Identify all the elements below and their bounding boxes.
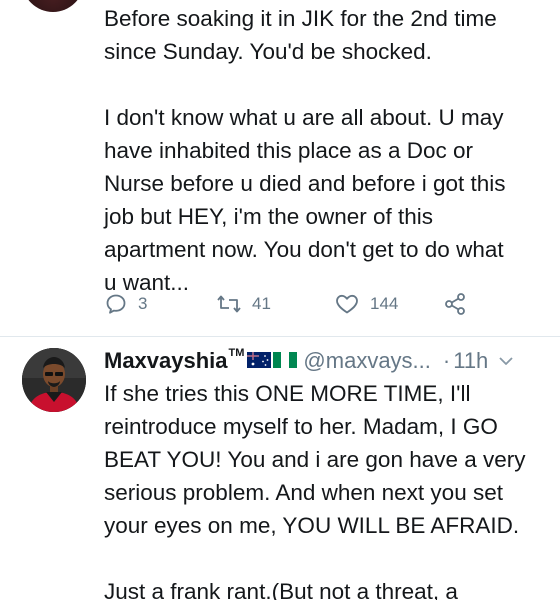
like-count: 144 bbox=[370, 294, 399, 313]
retweet-button[interactable]: 41 bbox=[216, 289, 271, 319]
avatar[interactable] bbox=[22, 0, 84, 12]
like-button[interactable]: 144 bbox=[334, 289, 398, 319]
chevron-down-icon[interactable] bbox=[498, 355, 514, 367]
tweet-line: apartment now. You don't get to do what bbox=[104, 237, 504, 262]
tweet-line: serious problem. And when next you set bbox=[104, 480, 503, 505]
tweet-line: job but HEY, i'm the owner of this bbox=[104, 204, 434, 229]
australia-flag-icon bbox=[247, 348, 272, 374]
tweet-line: since Sunday. You'd be shocked. bbox=[104, 39, 432, 64]
tweet-line: reintroduce myself to her. Madam, I GO bbox=[104, 414, 498, 439]
heart-icon bbox=[334, 292, 360, 316]
tweet-header: Maxvayshia TM @maxvays... · 11h bbox=[104, 345, 554, 377]
tweet-divider bbox=[0, 336, 560, 337]
tweet-text: If she tries this ONE MORE TIME, I'll rei… bbox=[104, 377, 544, 600]
timeline: Before soaking it in JIK for the 2nd tim… bbox=[0, 0, 560, 600]
tweet-line bbox=[104, 68, 544, 101]
trademark-mark: TM bbox=[228, 347, 245, 359]
tweet-line: BEAT YOU! You and i are gon have a very bbox=[104, 447, 526, 472]
tweet-actions: 3 41 144 bbox=[104, 289, 544, 319]
flag-emojis bbox=[247, 348, 298, 374]
retweet-count: 41 bbox=[252, 294, 271, 313]
tweet-line: have inhabited this place as a Doc or bbox=[104, 138, 473, 163]
tweet-line: Just a frank rant.(But not a threat, a bbox=[104, 579, 458, 600]
share-button[interactable] bbox=[443, 289, 467, 319]
reply-button[interactable]: 3 bbox=[104, 289, 147, 319]
user-handle[interactable]: @maxvays... bbox=[303, 348, 430, 374]
tweet-line: I don't know what u are all about. U may bbox=[104, 105, 504, 130]
retweet-icon bbox=[216, 292, 242, 316]
separator-dot: · bbox=[442, 348, 451, 373]
nigeria-flag-icon bbox=[273, 348, 298, 374]
tweet-text: Before soaking it in JIK for the 2nd tim… bbox=[104, 2, 544, 299]
avatar[interactable] bbox=[22, 348, 86, 412]
timestamp[interactable]: 11h bbox=[453, 348, 488, 374]
reply-icon bbox=[104, 292, 128, 316]
tweet-line: If she tries this ONE MORE TIME, I'll bbox=[104, 381, 471, 406]
reply-count: 3 bbox=[138, 294, 148, 313]
share-icon bbox=[443, 292, 467, 316]
tweet-line bbox=[104, 542, 544, 575]
tweet-line: Nurse before u died and before i got thi… bbox=[104, 171, 506, 196]
display-name[interactable]: Maxvayshia bbox=[104, 348, 228, 374]
tweet-line: Before soaking it in JIK for the 2nd tim… bbox=[104, 6, 497, 31]
tweet-line: your eyes on me, YOU WILL BE AFRAID. bbox=[104, 513, 520, 538]
